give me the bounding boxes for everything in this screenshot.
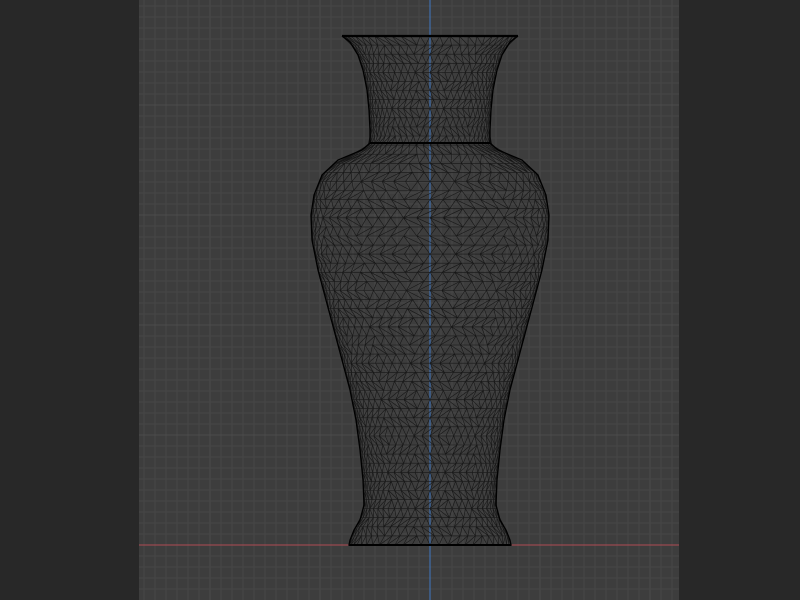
3d-viewport[interactable]: [139, 0, 679, 600]
editor-window: [0, 0, 800, 600]
left-panel: [0, 0, 139, 600]
viewport-canvas[interactable]: [139, 0, 679, 600]
right-panel: [679, 0, 800, 600]
grid-floor: [139, 0, 679, 600]
